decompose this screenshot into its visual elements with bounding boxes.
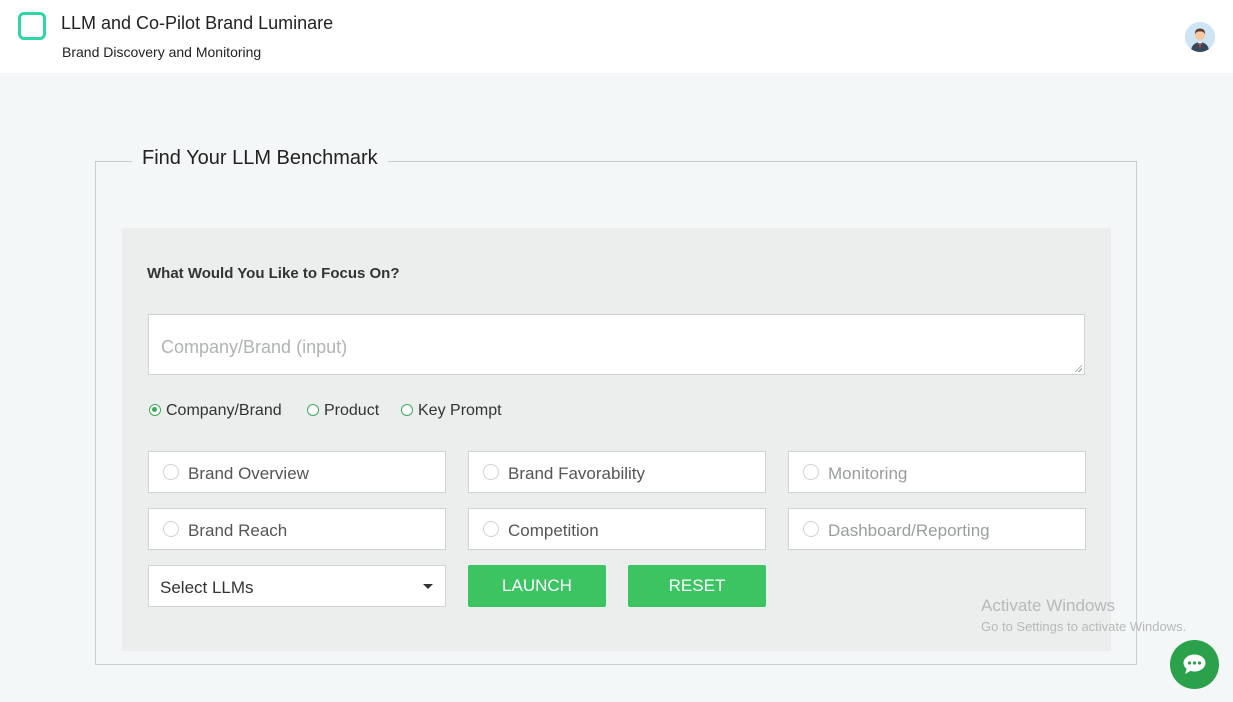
company-brand-input-placeholder: Company/Brand (input) — [161, 337, 348, 357]
option-label: Brand Reach — [188, 521, 288, 540]
radio-key-prompt[interactable]: Key Prompt — [401, 402, 502, 420]
reset-button[interactable]: RESET — [628, 565, 766, 607]
radio-product[interactable]: Product — [307, 402, 379, 420]
chat-bubble-icon[interactable] — [1170, 640, 1219, 689]
resize-grip-icon[interactable] — [1074, 364, 1082, 372]
app-title: LLM and Co-Pilot Brand Luminare — [61, 13, 334, 33]
app-header: LLM and Co-Pilot Brand Luminare Brand Di… — [0, 0, 1233, 73]
option-monitoring: Monitoring — [788, 451, 1086, 493]
option-radio-icon — [803, 464, 819, 480]
radio-unchecked-icon[interactable] — [401, 404, 413, 416]
option-label: Brand Overview — [188, 464, 309, 483]
option-radio-icon[interactable] — [483, 521, 499, 537]
option-brand-reach[interactable]: Brand Reach — [148, 508, 446, 550]
option-radio-icon[interactable] — [163, 521, 179, 537]
radio-company-brand[interactable]: Company/Brand — [149, 402, 282, 420]
option-label: Monitoring — [828, 464, 908, 483]
option-radio-icon[interactable] — [483, 464, 499, 480]
launch-button[interactable]: LAUNCH — [468, 565, 606, 607]
app-subtitle: Brand Discovery and Monitoring — [62, 44, 262, 60]
option-brand-overview[interactable]: Brand Overview — [148, 451, 446, 493]
option-radio-icon — [803, 521, 819, 537]
option-radio-icon[interactable] — [163, 464, 179, 480]
radio-label: Product — [324, 402, 380, 419]
radio-label: Key Prompt — [418, 402, 502, 419]
option-competition[interactable]: Competition — [468, 508, 766, 550]
option-label: Competition — [508, 521, 599, 540]
activate-windows-subtitle: Go to Settings to activate Windows. — [981, 619, 1187, 634]
activate-windows-title: Activate Windows — [981, 596, 1116, 615]
app-logo-icon — [18, 12, 46, 40]
option-label: Brand Favorability — [508, 464, 646, 483]
company-brand-input[interactable]: Company/Brand (input) — [148, 314, 1085, 375]
form-legend: Find Your LLM Benchmark — [132, 147, 388, 170]
radio-unchecked-icon[interactable] — [307, 404, 319, 416]
select-llms-label: Select LLMs — [160, 578, 254, 597]
radio-label: Company/Brand — [166, 402, 282, 419]
option-label: Dashboard/Reporting — [828, 521, 990, 540]
select-llms-dropdown[interactable]: Select LLMs — [148, 565, 446, 607]
radio-checked-icon[interactable] — [149, 404, 161, 416]
focus-label: What Would You Like to Focus On? — [147, 265, 400, 282]
user-avatar-icon[interactable] — [1185, 22, 1215, 52]
option-dashboard-reporting: Dashboard/Reporting — [788, 508, 1086, 550]
chevron-down-icon[interactable] — [423, 584, 433, 589]
option-brand-favorability[interactable]: Brand Favorability — [468, 451, 766, 493]
